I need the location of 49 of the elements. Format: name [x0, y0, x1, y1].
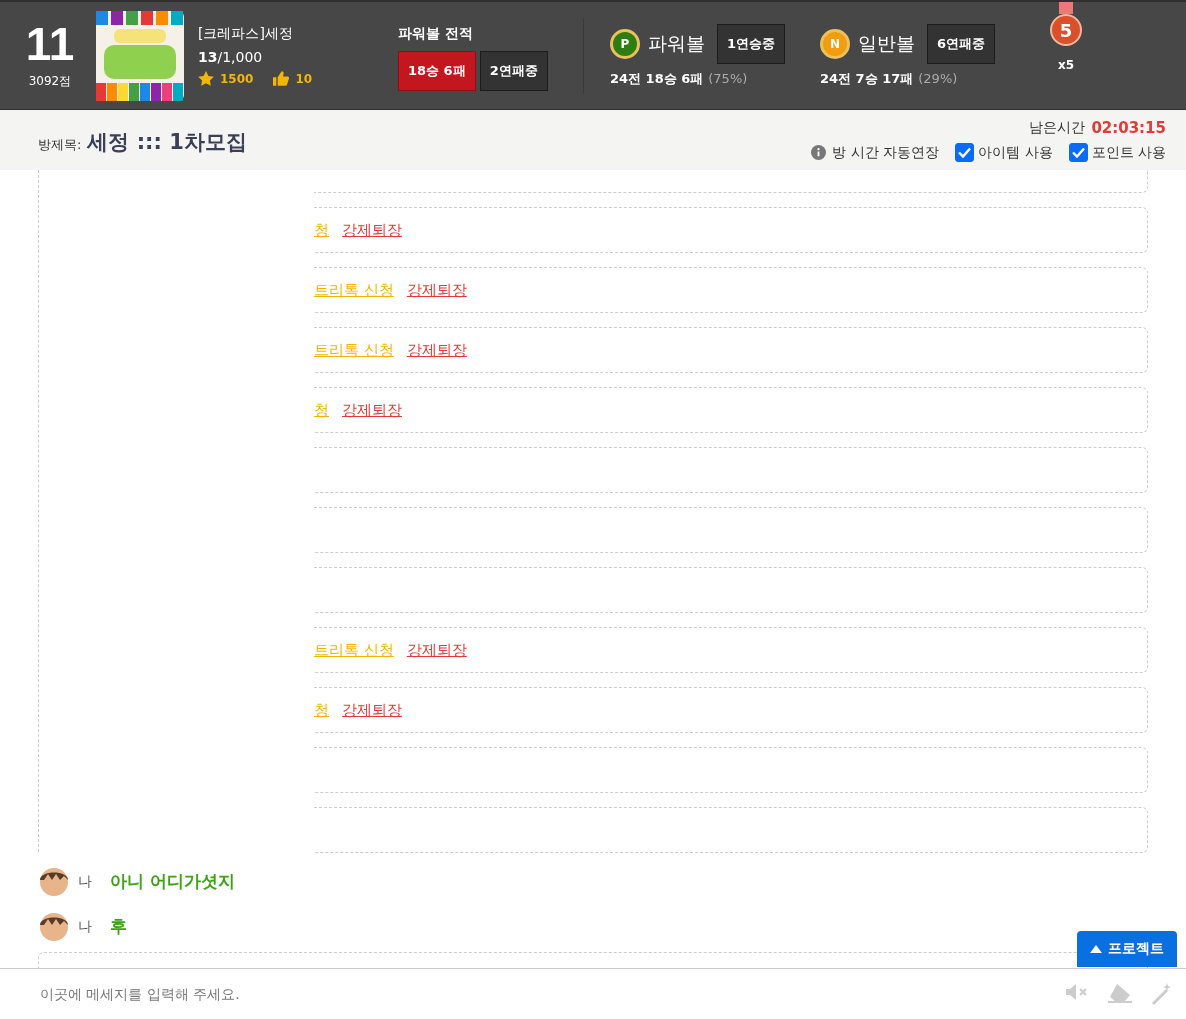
user-name: [크레파스]세정 [198, 25, 294, 43]
medal-count: x5 [1057, 58, 1075, 72]
level-number: 11 [25, 21, 75, 67]
remaining-time: 02:03:15 [1091, 119, 1166, 137]
project-button[interactable]: 프로젝트 [1077, 931, 1177, 967]
star-icon [198, 71, 214, 86]
caret-icon [1090, 945, 1102, 953]
win-rate: (75%) [708, 71, 748, 86]
like-count: 10 [295, 71, 313, 86]
avatar-icon [38, 911, 70, 942]
member-count: 13/1,000 [198, 49, 264, 65]
streak-badge: 6연패중 [927, 23, 996, 64]
option-checkbox[interactable]: 아이템 사용 [955, 143, 1053, 162]
ball-summary: 24전 7승 17패 [820, 69, 914, 88]
eraser-icon[interactable] [1108, 983, 1132, 1003]
kick-link[interactable]: 강제퇴장 [406, 340, 467, 360]
thumbs-up-icon [273, 71, 290, 86]
points: 3092점 [28, 73, 72, 90]
ball-badge: P [610, 28, 640, 59]
room-title-label: 방제목: [38, 136, 82, 154]
streak-badge: 2연패중 [479, 50, 548, 91]
record-title: 파워볼 전적 [398, 24, 474, 43]
kick-link[interactable]: 강제퇴장 [342, 220, 402, 240]
remaining-time-label: 남은시간 [1029, 119, 1086, 137]
mute-icon[interactable] [1066, 983, 1090, 1001]
ball-name: 파워볼 [648, 30, 705, 56]
win-rate: (29%) [918, 71, 958, 86]
check-icon [1071, 147, 1085, 158]
ball-summary: 24전 18승 6패 [610, 69, 704, 88]
kick-link[interactable]: 강제퇴장 [342, 700, 402, 720]
kick-link[interactable]: 강제퇴장 [342, 400, 402, 420]
check-icon [958, 147, 972, 158]
option-checkbox[interactable]: 포인트 사용 [1068, 143, 1166, 162]
chat-message: 후 [110, 915, 127, 938]
kick-link[interactable]: 강제퇴장 [406, 640, 467, 660]
info-icon [811, 145, 827, 160]
star-count: 1500 [220, 71, 254, 86]
auto-extend-label: 방 시간 자동연장 [832, 143, 940, 162]
ball-badge: N [820, 28, 850, 59]
magic-wand-icon[interactable] [1150, 983, 1172, 1005]
kick-link[interactable]: 강제퇴장 [406, 280, 467, 300]
avatar-icon [38, 866, 70, 897]
room-title: 세정 ::: 1차모집 [87, 129, 247, 156]
streak-badge: 1연승중 [717, 23, 786, 64]
chat-user: 나 [78, 917, 92, 936]
ball-name: 일반볼 [858, 30, 915, 56]
record-result: 18승 6패 [398, 50, 476, 91]
chat-user: 나 [78, 872, 92, 891]
chat-message: 아니 어디가셧지 [110, 870, 235, 893]
